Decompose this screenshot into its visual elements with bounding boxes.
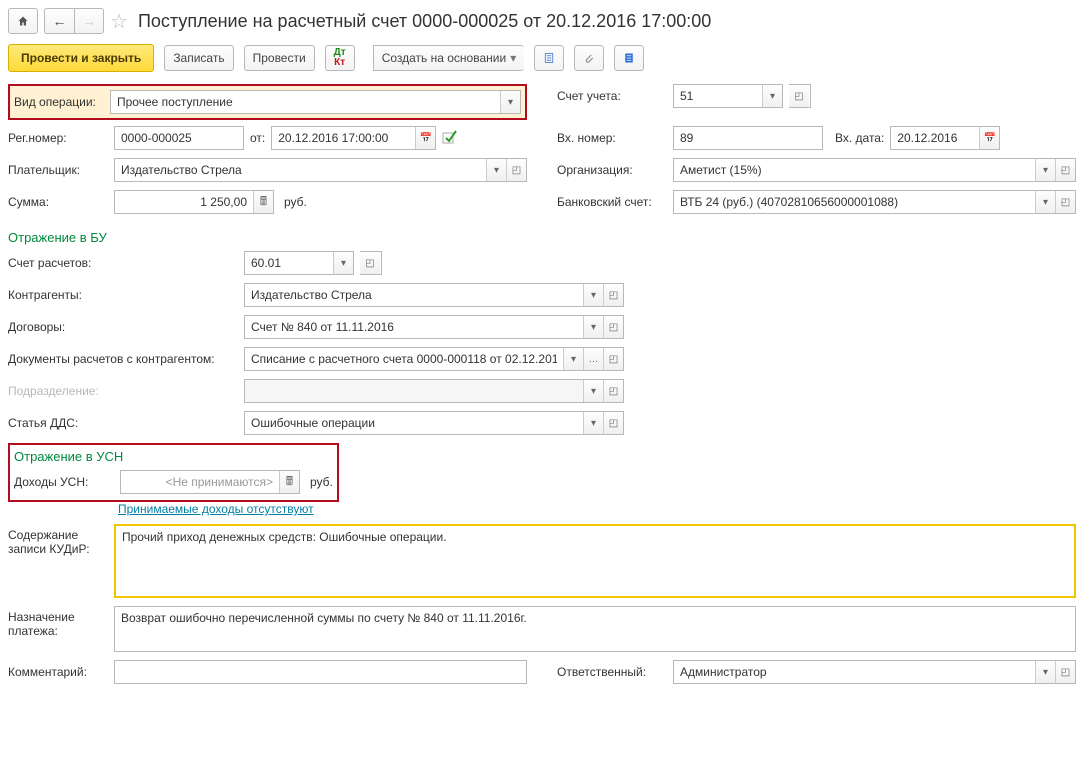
dropdown-icon[interactable]: ▾ xyxy=(762,85,782,107)
open-icon[interactable]: ◰ xyxy=(603,284,623,306)
sum-label: Сумма: xyxy=(8,195,108,209)
attach-button[interactable] xyxy=(574,45,604,71)
currency-label: руб. xyxy=(284,195,307,209)
dk-icon: ДтКт xyxy=(334,48,346,68)
division-label: Подразделение: xyxy=(8,384,238,398)
account-label: Счет учета: xyxy=(557,89,667,103)
sum-input[interactable] xyxy=(115,191,253,213)
dds-input[interactable] xyxy=(245,412,583,434)
bank-label: Банковский счет: xyxy=(557,195,667,209)
open-icon[interactable]: ◰ xyxy=(603,316,623,338)
calendar-icon[interactable]: 📅 xyxy=(979,127,999,149)
dropdown-icon[interactable]: ▾ xyxy=(333,252,353,274)
dk-button[interactable]: ДтКт xyxy=(325,45,355,71)
select-icon[interactable]: … xyxy=(583,348,603,370)
open-icon[interactable]: ◰ xyxy=(1055,191,1075,213)
open-icon[interactable]: ◰ xyxy=(1055,159,1075,181)
post-and-close-button[interactable]: Провести и закрыть xyxy=(8,44,154,72)
dropdown-icon[interactable]: ▾ xyxy=(1035,159,1055,181)
dropdown-icon[interactable]: ▾ xyxy=(583,284,603,306)
dropdown-icon[interactable]: ▾ xyxy=(583,412,603,434)
home-button[interactable] xyxy=(8,8,38,34)
save-button[interactable]: Записать xyxy=(164,45,233,71)
usn-income-input[interactable] xyxy=(121,471,279,493)
in-num-input[interactable] xyxy=(674,127,822,149)
post-button[interactable]: Провести xyxy=(244,45,315,71)
purpose-textarea[interactable] xyxy=(115,607,1075,651)
usn-link[interactable]: Принимаемые доходы отсутствуют xyxy=(118,502,314,516)
purpose-label: Назначение платежа: xyxy=(8,606,108,638)
open-icon[interactable]: ◰ xyxy=(789,85,809,107)
forward-button[interactable]: → xyxy=(74,8,104,34)
dropdown-icon[interactable]: ▾ xyxy=(583,316,603,338)
contract-input[interactable] xyxy=(245,316,583,338)
kudir-textarea[interactable] xyxy=(116,526,1074,596)
responsible-input[interactable] xyxy=(674,661,1035,683)
settle-account-input[interactable] xyxy=(245,252,333,274)
settle-docs-label: Документы расчетов с контрагентом: xyxy=(8,352,238,366)
from-label: от: xyxy=(250,131,265,145)
posted-icon xyxy=(442,130,458,147)
dropdown-icon[interactable]: ▾ xyxy=(563,348,583,370)
kudir-label: Содержание записи КУДиР: xyxy=(8,524,108,556)
calc-icon[interactable] xyxy=(253,191,273,213)
dds-label: Статья ДДС: xyxy=(8,416,238,430)
dropdown-icon[interactable]: ▾ xyxy=(583,380,603,402)
contract-label: Договоры: xyxy=(8,320,238,334)
favorite-icon[interactable]: ☆ xyxy=(110,9,128,34)
list-button[interactable] xyxy=(614,45,644,71)
in-date-label: Вх. дата: xyxy=(835,131,884,145)
comment-input[interactable] xyxy=(115,661,526,683)
settle-docs-input[interactable] xyxy=(245,348,563,370)
bu-section-title: Отражение в БУ xyxy=(8,230,1076,245)
bank-input[interactable] xyxy=(674,191,1035,213)
account-input[interactable] xyxy=(674,85,762,107)
payer-input[interactable] xyxy=(115,159,486,181)
open-icon[interactable]: ◰ xyxy=(603,412,623,434)
counterparty-label: Контрагенты: xyxy=(8,288,238,302)
counterparty-input[interactable] xyxy=(245,284,583,306)
comment-label: Комментарий: xyxy=(8,665,108,679)
responsible-label: Ответственный: xyxy=(557,665,667,679)
open-icon[interactable]: ◰ xyxy=(506,159,526,181)
in-date-input[interactable] xyxy=(891,127,979,149)
open-icon[interactable]: ◰ xyxy=(360,252,380,274)
op-type-label: Вид операции: xyxy=(14,95,104,109)
regnum-label: Рег.номер: xyxy=(8,131,108,145)
calc-icon[interactable] xyxy=(279,471,299,493)
org-label: Организация: xyxy=(557,163,667,177)
dropdown-icon[interactable]: ▾ xyxy=(500,91,520,113)
page-title: Поступление на расчетный счет 0000-00002… xyxy=(138,11,711,32)
usn-income-label: Доходы УСН: xyxy=(14,475,114,489)
dropdown-icon[interactable]: ▾ xyxy=(1035,191,1055,213)
open-icon[interactable]: ◰ xyxy=(1055,661,1075,683)
dropdown-icon[interactable]: ▾ xyxy=(486,159,506,181)
op-type-input[interactable] xyxy=(111,91,500,113)
division-input[interactable] xyxy=(245,380,583,402)
dropdown-icon[interactable]: ▾ xyxy=(1035,661,1055,683)
back-button[interactable]: ← xyxy=(44,8,74,34)
create-on-basis-button[interactable]: Создать на основании ▾ xyxy=(373,45,525,71)
settle-account-label: Счет расчетов: xyxy=(8,256,238,270)
usn-section-title: Отражение в УСН xyxy=(14,449,333,464)
currency-label: руб. xyxy=(310,475,333,489)
in-num-label: Вх. номер: xyxy=(557,131,667,145)
open-icon[interactable]: ◰ xyxy=(603,348,623,370)
regnum-input[interactable] xyxy=(115,127,243,149)
payer-label: Плательщик: xyxy=(8,163,108,177)
from-date-input[interactable] xyxy=(272,127,415,149)
org-input[interactable] xyxy=(674,159,1035,181)
report-button[interactable] xyxy=(534,45,564,71)
open-icon[interactable]: ◰ xyxy=(603,380,623,402)
calendar-icon[interactable]: 📅 xyxy=(415,127,435,149)
